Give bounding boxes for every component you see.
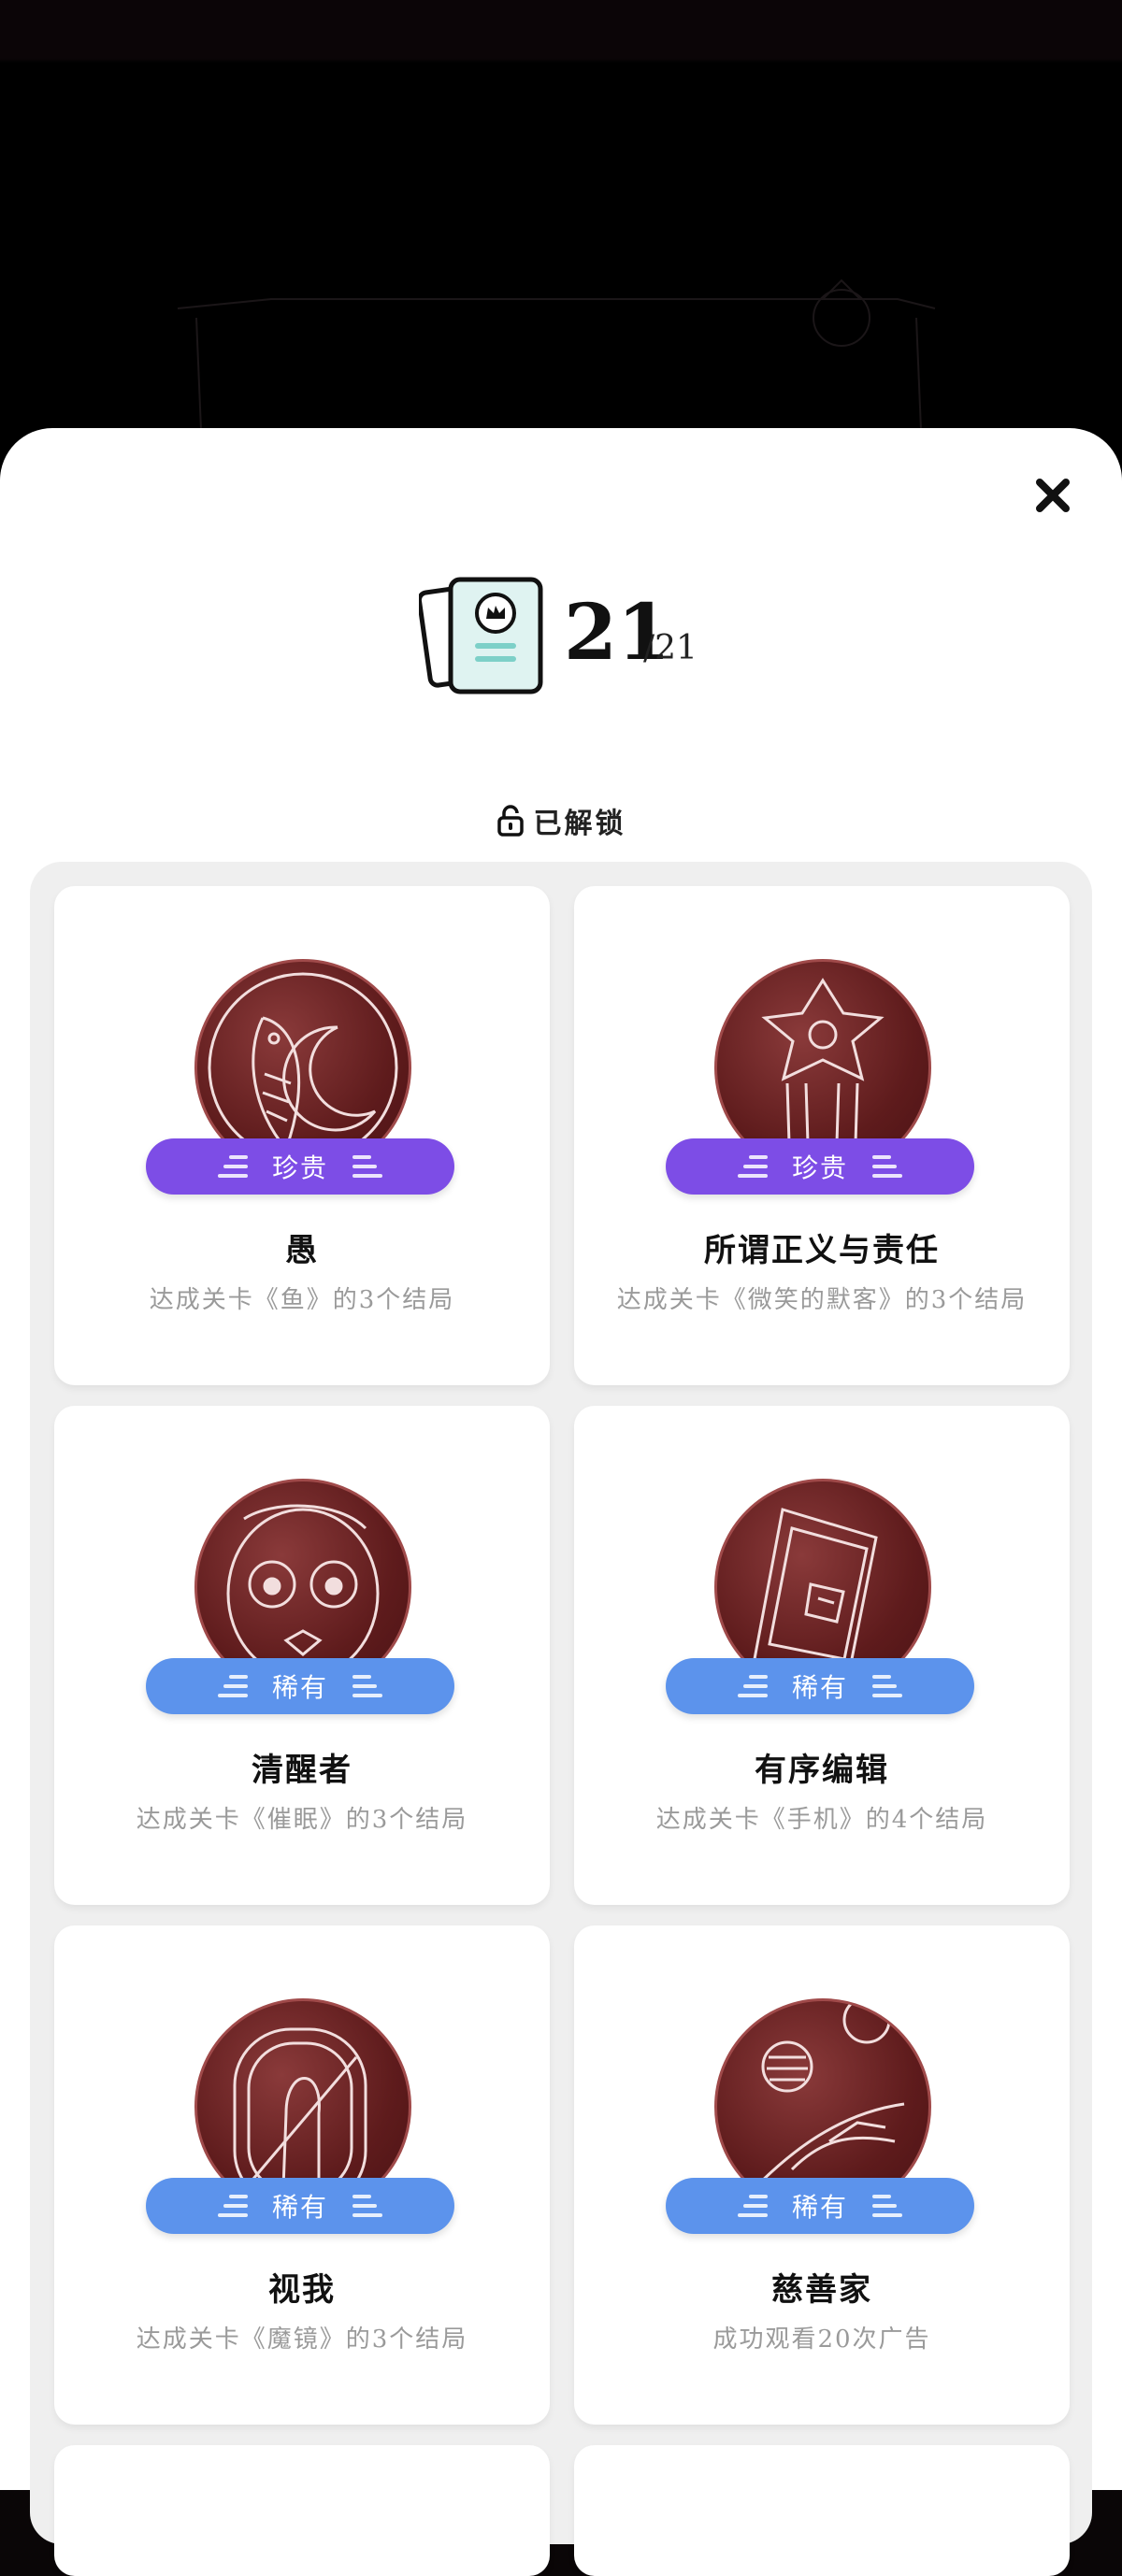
rarity-badge: 珍贵 xyxy=(666,1138,974,1195)
stripes-icon xyxy=(217,1675,248,1697)
achievement-card[interactable]: 珍贵 愚 达成关卡《鱼》的3个结局 xyxy=(54,886,550,1385)
achievement-description: 达成关卡《手机》的4个结局 xyxy=(655,1806,988,1834)
stripes-icon xyxy=(352,1675,382,1697)
achievement-title: 愚 xyxy=(285,1232,319,1269)
rarity-label: 稀有 xyxy=(271,1672,328,1703)
rarity-badge: 稀有 xyxy=(666,2178,974,2234)
achievement-card[interactable]: 珍贵 所谓正义与责任 达成关卡《微笑的默客》的3个结局 xyxy=(574,886,1070,1385)
unlocked-label: 已解锁 xyxy=(533,808,626,840)
rarity-badge: 稀有 xyxy=(146,2178,454,2234)
achievement-description: 达成关卡《鱼》的3个结局 xyxy=(149,1286,455,1314)
background-scene xyxy=(0,0,1122,486)
achievement-description: 达成关卡《催眠》的3个结局 xyxy=(136,1806,468,1834)
achievement-title: 视我 xyxy=(268,2271,336,2309)
achievement-card-partial[interactable] xyxy=(574,2445,1070,2576)
rarity-label: 珍贵 xyxy=(271,1152,328,1183)
achievement-description: 达成关卡《魔镜》的3个结局 xyxy=(136,2326,468,2354)
achievement-title: 有序编辑 xyxy=(755,1752,889,1789)
unlock-icon xyxy=(496,805,524,837)
achievement-cards-icon xyxy=(419,577,543,694)
achievement-card-partial[interactable] xyxy=(54,2445,550,2576)
achievement-card[interactable]: 稀有 慈善家 成功观看20次广告 xyxy=(574,1925,1070,2425)
background-illustration xyxy=(177,279,936,431)
achievement-description: 成功观看20次广告 xyxy=(712,2326,931,2354)
unlocked-section-header: 已解锁 xyxy=(0,797,1122,844)
rarity-badge: 稀有 xyxy=(146,1658,454,1714)
stripes-icon xyxy=(872,1155,902,1178)
close-button[interactable] xyxy=(1027,469,1079,522)
achievement-description: 达成关卡《微笑的默客》的3个结局 xyxy=(616,1286,1028,1314)
stripes-icon xyxy=(217,1155,248,1178)
stripes-icon xyxy=(872,1675,902,1697)
stripes-icon xyxy=(352,1155,382,1178)
stripes-icon xyxy=(737,1155,768,1178)
achievement-title: 清醒者 xyxy=(252,1752,352,1789)
stripes-icon xyxy=(737,1675,768,1697)
achievement-card[interactable]: 稀有 有序编辑 达成关卡《手机》的4个结局 xyxy=(574,1406,1070,1905)
close-icon xyxy=(1036,479,1070,512)
stripes-icon xyxy=(737,2195,768,2217)
rarity-label: 稀有 xyxy=(791,2192,848,2223)
stripes-icon xyxy=(872,2195,902,2217)
rarity-label: 稀有 xyxy=(271,2192,328,2223)
stripes-icon xyxy=(217,2195,248,2217)
rarity-badge: 珍贵 xyxy=(146,1138,454,1195)
rarity-label: 珍贵 xyxy=(791,1152,848,1183)
achievement-title: 慈善家 xyxy=(771,2271,872,2309)
achievement-grid: 珍贵 愚 达成关卡《鱼》的3个结局 珍贵 所谓正义与责任 达成关卡《微笑的默客》… xyxy=(30,862,1092,2576)
achievement-counter: 21 /21 xyxy=(419,568,727,699)
achievement-card[interactable]: 稀有 视我 达成关卡《魔镜》的3个结局 xyxy=(54,1925,550,2425)
achievement-title: 所谓正义与责任 xyxy=(704,1232,940,1269)
stripes-icon xyxy=(352,2195,382,2217)
achievements-sheet: 21 /21 已解锁 珍贵 愚 达成关卡《鱼》的3个结局 珍贵 所谓正义与责任 … xyxy=(0,428,1122,2576)
rarity-badge: 稀有 xyxy=(666,1658,974,1714)
achievement-card[interactable]: 稀有 清醒者 达成关卡《催眠》的3个结局 xyxy=(54,1406,550,1905)
total-count: /21 xyxy=(643,629,698,667)
rarity-label: 稀有 xyxy=(791,1672,848,1703)
